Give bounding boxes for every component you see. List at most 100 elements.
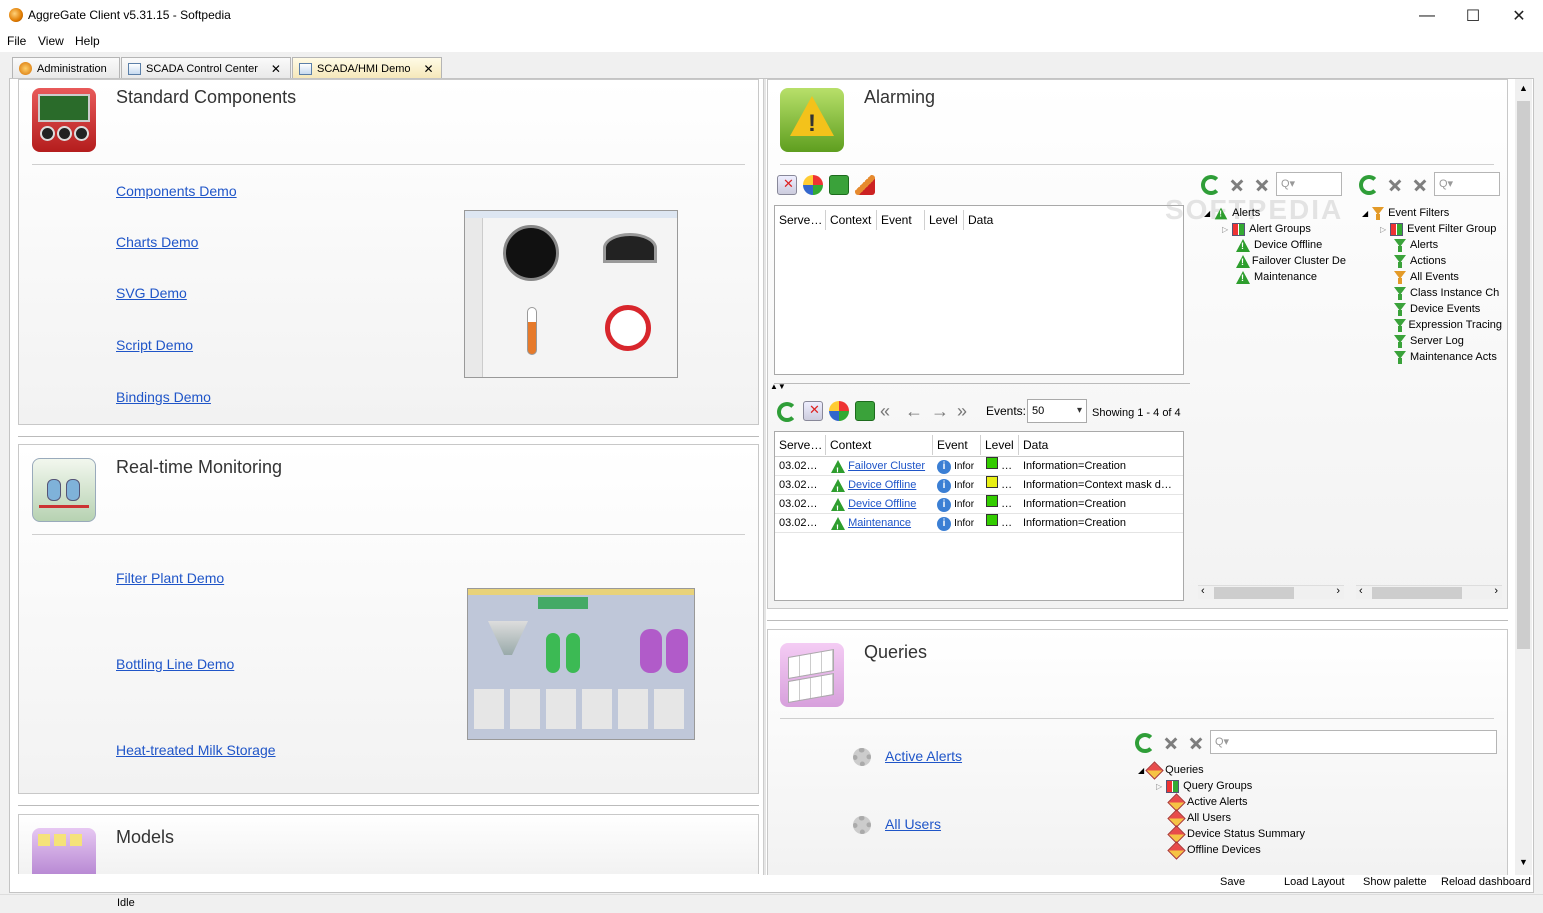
column-header[interactable]: Data xyxy=(964,210,1024,230)
refresh-icon[interactable] xyxy=(1359,175,1379,195)
clear-icon[interactable]: ✕ xyxy=(803,401,823,421)
next-page-icon[interactable]: → xyxy=(931,401,949,422)
tree-item[interactable]: Device Offline xyxy=(1204,237,1346,253)
chart-icon[interactable] xyxy=(803,175,823,195)
context-link[interactable]: Maintenance xyxy=(848,517,911,529)
tree-item[interactable]: Maintenance Acts xyxy=(1362,349,1502,365)
chart-icon[interactable] xyxy=(829,401,849,421)
heat-treated-milk-storage-link[interactable]: Heat-treated Milk Storage xyxy=(116,742,276,758)
column-header[interactable]: Context xyxy=(826,435,933,455)
filter-plant-thumbnail[interactable] xyxy=(467,588,695,740)
bindings-demo-link[interactable]: Bindings Demo xyxy=(116,389,211,405)
menu-view[interactable]: View xyxy=(38,34,64,48)
tree-item[interactable]: Device Events xyxy=(1362,301,1502,317)
save-icon[interactable] xyxy=(855,401,875,421)
filter-icon xyxy=(1394,238,1406,252)
context-link[interactable]: Device Offline xyxy=(848,479,916,491)
tree-item-event-filters[interactable]: ◢ Event Filters xyxy=(1362,205,1502,221)
tab-administration[interactable]: Administration xyxy=(12,57,120,79)
column-header[interactable]: Data xyxy=(1019,435,1179,455)
save-icon[interactable] xyxy=(829,175,849,195)
close-button[interactable]: ✕ xyxy=(1496,0,1542,31)
save-button[interactable]: Save xyxy=(1220,876,1245,888)
tree-item[interactable]: All Events xyxy=(1362,269,1502,285)
column-header[interactable]: Event xyxy=(877,210,925,230)
clear-icon[interactable]: ✕ xyxy=(777,175,797,195)
context-link[interactable]: Failover Cluster xyxy=(848,460,925,472)
tree-item-alert-groups[interactable]: ▷ Alert Groups xyxy=(1204,221,1346,237)
column-header[interactable]: Serve… xyxy=(775,435,826,455)
tree-item[interactable]: Server Log xyxy=(1362,333,1502,349)
svg-demo-link[interactable]: SVG Demo xyxy=(116,285,187,301)
tree-item-alerts[interactable]: ◢Alerts xyxy=(1204,205,1346,221)
divider xyxy=(780,718,1494,719)
queries-search-input[interactable]: Q▾ xyxy=(1210,730,1497,754)
alerts-search-input[interactable]: Q▾ xyxy=(1276,172,1342,196)
alerts-horizontal-scrollbar[interactable]: ‹ › xyxy=(1198,585,1344,599)
tree-item[interactable]: Device Status Summary xyxy=(1138,824,1338,844)
tree-item[interactable]: Actions xyxy=(1362,253,1502,269)
refresh-icon[interactable] xyxy=(777,402,797,422)
column-header[interactable]: Serve… xyxy=(775,210,826,230)
table-row[interactable]: 03.02… Failover Cluster i Infor … Inform… xyxy=(775,457,1183,476)
menu-file[interactable]: File xyxy=(7,34,26,48)
close-tab-icon[interactable]: ✕ xyxy=(424,62,434,76)
events-count-value: 50 xyxy=(1032,405,1045,417)
reload-dashboard-button[interactable]: Reload dashboard xyxy=(1441,876,1531,888)
tree-item[interactable]: Active Alerts xyxy=(1138,792,1338,812)
column-header[interactable]: Event xyxy=(933,435,981,455)
column-header[interactable]: Level xyxy=(925,210,964,230)
gauges-icon xyxy=(32,88,96,152)
components-demo-link[interactable]: Components Demo xyxy=(116,183,237,199)
events-grid-top[interactable]: Serve… Context Event Level Data xyxy=(774,205,1184,375)
events-grid[interactable]: Serve… Context Event Level Data 03.02… F… xyxy=(774,431,1184,601)
filter-plant-demo-link[interactable]: Filter Plant Demo xyxy=(116,570,224,586)
minimize-button[interactable]: — xyxy=(1404,0,1450,31)
bottling-line-demo-link[interactable]: Bottling Line Demo xyxy=(116,656,234,672)
column-splitter[interactable] xyxy=(763,79,766,875)
script-demo-link[interactable]: Script Demo xyxy=(116,337,193,353)
maximize-button[interactable]: ☐ xyxy=(1450,0,1496,31)
alerts-tree: ◢Alerts ▷Alert Groups Device Offline Fai… xyxy=(1204,205,1346,285)
tree-item-queries[interactable]: ◢ Queries xyxy=(1138,760,1338,780)
close-tab-icon[interactable]: ✕ xyxy=(271,62,281,76)
refresh-icon[interactable] xyxy=(1201,175,1221,195)
vertical-scrollbar[interactable]: ▲ ▼ xyxy=(1515,79,1532,875)
tab-scada-hmi-demo[interactable]: SCADA/HMI Demo ✕ xyxy=(292,57,442,79)
components-demo-thumbnail[interactable] xyxy=(464,210,678,378)
prev-page-icon[interactable]: ← xyxy=(905,401,923,422)
charts-demo-link[interactable]: Charts Demo xyxy=(116,234,198,250)
table-row[interactable]: 03.02… Device Offline i Infor … Informat… xyxy=(775,476,1183,495)
show-palette-button[interactable]: Show palette xyxy=(1363,876,1427,888)
filters-horizontal-scrollbar[interactable]: ‹ › xyxy=(1356,585,1502,599)
context-link[interactable]: Device Offline xyxy=(848,498,916,510)
gear-icon xyxy=(853,816,871,834)
filters-search-input[interactable]: Q▾ xyxy=(1434,172,1500,196)
broom-icon[interactable] xyxy=(855,175,875,195)
events-count-select[interactable]: 50 ▾ xyxy=(1027,399,1087,423)
divider xyxy=(18,805,759,806)
tab-scada-control-center[interactable]: SCADA Control Center ✕ xyxy=(121,57,291,79)
column-header[interactable]: Level xyxy=(981,435,1019,455)
column-header[interactable]: Context xyxy=(826,210,877,230)
status-text: Idle xyxy=(117,897,135,909)
tree-item[interactable]: Class Instance Ch xyxy=(1362,285,1502,301)
tree-item[interactable]: Maintenance xyxy=(1204,269,1346,285)
tree-item[interactable]: Offline Devices xyxy=(1138,840,1338,860)
tree-item-query-groups[interactable]: ▷ Query Groups xyxy=(1138,778,1338,794)
last-page-icon[interactable]: » xyxy=(957,401,967,422)
table-row[interactable]: 03.02… Device Offline i Infor … Informat… xyxy=(775,495,1183,514)
tree-item[interactable]: Expression Tracing xyxy=(1362,317,1502,333)
load-layout-button[interactable]: Load Layout xyxy=(1284,876,1345,888)
refresh-icon[interactable] xyxy=(1135,733,1155,753)
all-users-link[interactable]: All Users xyxy=(885,816,941,832)
first-page-icon[interactable]: « xyxy=(880,401,890,422)
active-alerts-link[interactable]: Active Alerts xyxy=(885,748,962,764)
tree-item[interactable]: Alerts xyxy=(1362,237,1502,253)
tree-item[interactable]: All Users xyxy=(1138,808,1338,828)
filter-icon xyxy=(1394,302,1406,316)
table-row[interactable]: 03.02… Maintenance i Infor … Information… xyxy=(775,514,1183,533)
tree-item-event-filter-group[interactable]: ▷ Event Filter Group xyxy=(1362,221,1502,237)
tree-item[interactable]: Failover Cluster De xyxy=(1204,253,1346,269)
menu-help[interactable]: Help xyxy=(75,34,100,48)
